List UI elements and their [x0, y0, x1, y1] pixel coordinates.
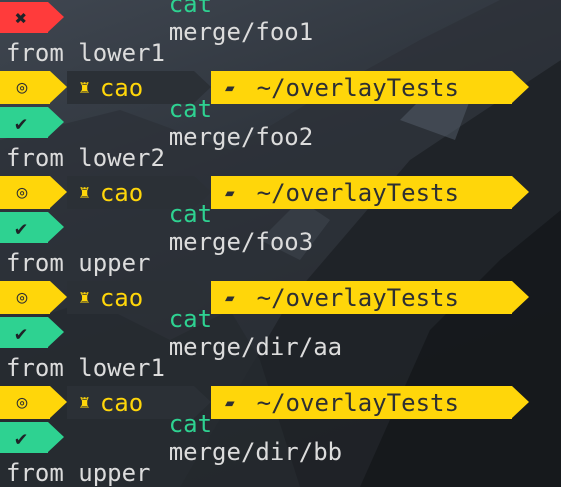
close-icon: ✖ [14, 5, 28, 30]
command-line: ✔ cat merge/foo3 [0, 200, 313, 256]
command-line: ✖ cat merge/foo1 [0, 0, 313, 46]
check-icon: ✔ [14, 110, 28, 135]
command-argument: merge/foo3 [168, 227, 314, 256]
status-segment-ok: ✔ [0, 107, 64, 138]
output-line: from upper [6, 248, 151, 277]
ubuntu-icon: ◎ [16, 287, 28, 308]
status-segment-error: ✖ [0, 2, 64, 33]
command-line: ✔ cat merge/dir/bb [0, 410, 342, 466]
check-icon: ✔ [14, 425, 28, 450]
prompt-os-segment: ◎ [0, 176, 67, 209]
command-name: cat [168, 0, 213, 18]
check-icon: ✔ [14, 215, 28, 240]
prompt-os-segment: ◎ [0, 386, 67, 419]
output-line: from lower2 [6, 143, 165, 172]
command-argument: merge/foo2 [168, 122, 314, 151]
command-argument: merge/dir/bb [168, 437, 343, 466]
check-icon: ✔ [14, 320, 28, 345]
output-line: from upper [6, 458, 151, 487]
ubuntu-icon: ◎ [16, 182, 28, 203]
command-line: ✔ cat merge/dir/aa [0, 305, 342, 361]
ubuntu-icon: ◎ [16, 392, 28, 413]
status-segment-ok: ✔ [0, 212, 64, 243]
output-line: from lower1 [6, 353, 165, 382]
command-name: cat [168, 94, 213, 123]
command-name: cat [168, 409, 213, 438]
command-name: cat [168, 304, 213, 333]
output-line: from lower1 [6, 38, 165, 67]
command-line: ✔ cat merge/foo2 [0, 95, 313, 151]
command-name: cat [168, 199, 213, 228]
prompt-os-segment: ◎ [0, 281, 67, 314]
terminal-window[interactable]: ✖ cat merge/foo1 from lower1 ◎ ♜ cao ▰ ~… [0, 0, 561, 487]
status-segment-ok: ✔ [0, 422, 64, 453]
status-segment-ok: ✔ [0, 317, 64, 348]
ubuntu-icon: ◎ [16, 77, 28, 98]
prompt-os-segment: ◎ [0, 71, 67, 104]
command-argument: merge/dir/aa [168, 332, 343, 361]
command-argument: merge/foo1 [168, 17, 314, 46]
